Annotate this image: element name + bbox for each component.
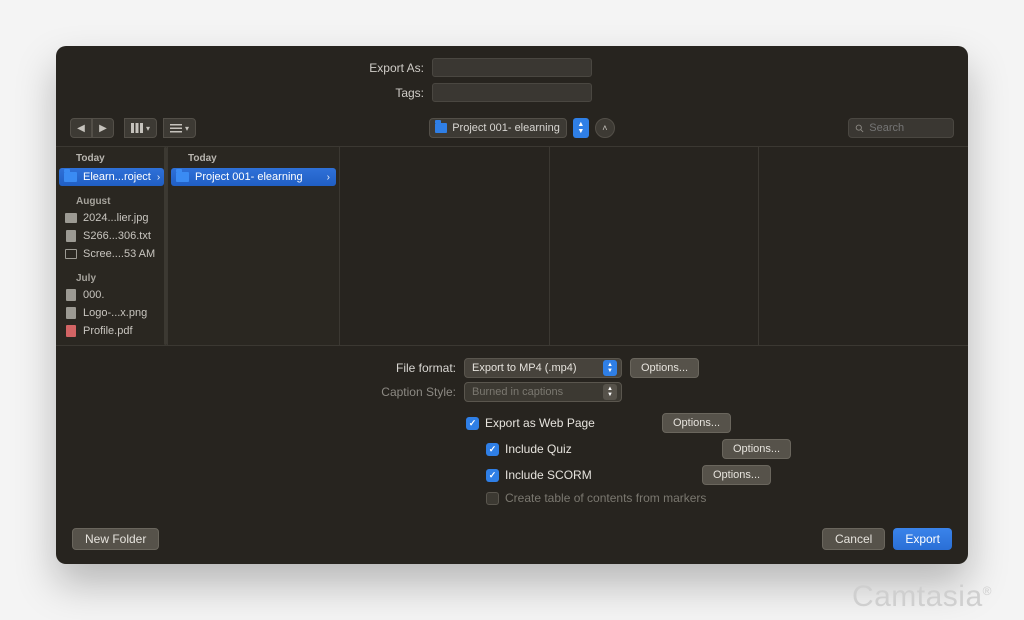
list-item-label: 000. — [83, 289, 104, 301]
column-2[interactable] — [340, 147, 550, 345]
list-item-label: 2024...lier.jpg — [83, 212, 148, 224]
window-icon — [64, 248, 77, 260]
column-3[interactable] — [550, 147, 760, 345]
list-item-label: Profile.pdf — [83, 325, 133, 337]
list-item[interactable]: 000. — [56, 286, 167, 304]
export-as-input[interactable] — [432, 58, 592, 77]
file-icon — [64, 289, 77, 301]
list-item-label: Scree....53 AM — [83, 248, 155, 260]
top-fields: Export As: Tags: — [56, 46, 968, 114]
search-input[interactable] — [869, 122, 947, 134]
include-quiz-checkbox[interactable]: ✓ — [486, 443, 499, 456]
caption-style-value: Burned in captions — [472, 386, 563, 398]
list-item-label: S266...306.txt — [83, 230, 151, 242]
list-item[interactable]: Logo-...x.png — [56, 304, 167, 322]
list-item[interactable]: 2024...lier.jpg — [56, 209, 167, 227]
image-icon — [64, 212, 77, 224]
include-quiz-label: Include Quiz — [505, 442, 572, 456]
camtasia-watermark: Camtasia® — [852, 580, 992, 614]
caption-style-dropdown: Burned in captions ▲▼ — [464, 382, 622, 402]
list-item[interactable]: Elearn...roject › — [59, 168, 164, 186]
column-header: Today — [56, 147, 167, 168]
column-section-label: August — [56, 186, 167, 209]
export-button[interactable]: Export — [893, 528, 952, 550]
list-item[interactable]: Scree....53 AM — [56, 245, 167, 263]
nav-back-button[interactable]: ◀ — [70, 118, 92, 138]
file-format-dropdown[interactable]: Export to MP4 (.mp4) ▲▼ — [464, 358, 622, 378]
view-list-button[interactable]: ▾ — [163, 118, 196, 138]
tags-label: Tags: — [84, 86, 424, 100]
create-toc-checkbox — [486, 492, 499, 505]
column-1[interactable]: Today Project 001- elearning › — [168, 147, 340, 345]
export-options: File format: Export to MP4 (.mp4) ▲▼ Opt… — [56, 346, 968, 508]
cancel-button[interactable]: Cancel — [822, 528, 885, 550]
search-field[interactable] — [848, 118, 954, 138]
list-item-label: Logo-...x.png — [83, 307, 147, 319]
finder-toolbar: ◀ ▶ ▾ ▾ Project 001- elearning ▲▼ ˄ — [56, 114, 968, 146]
include-scorm-label: Include SCORM — [505, 468, 592, 482]
include-quiz-options-button[interactable]: Options... — [722, 439, 791, 459]
folder-icon — [176, 171, 189, 183]
file-format-options-button[interactable]: Options... — [630, 358, 699, 378]
collapse-button[interactable]: ˄ — [595, 118, 615, 138]
include-scorm-options-button[interactable]: Options... — [702, 465, 771, 485]
view-columns-button[interactable]: ▾ — [124, 118, 157, 138]
include-scorm-checkbox[interactable]: ✓ — [486, 469, 499, 482]
file-format-value: Export to MP4 (.mp4) — [472, 362, 577, 374]
export-webpage-checkbox[interactable]: ✓ — [466, 417, 479, 430]
current-folder-dropdown[interactable]: Project 001- elearning — [429, 118, 567, 138]
create-toc-label: Create table of contents from markers — [505, 491, 706, 505]
file-icon — [64, 230, 77, 242]
dropdown-arrows-icon: ▲▼ — [603, 384, 617, 400]
nav-forward-button[interactable]: ▶ — [92, 118, 114, 138]
dialog-footer: New Folder Cancel Export — [56, 516, 968, 564]
path-selector: Project 001- elearning ▲▼ ˄ — [429, 118, 615, 138]
caption-style-label: Caption Style: — [56, 385, 456, 399]
column-section-label: June — [56, 340, 167, 345]
list-item-label: Elearn...roject — [83, 171, 151, 183]
export-dialog: Export As: Tags: ◀ ▶ ▾ ▾ — [56, 46, 968, 564]
column-header: Today — [168, 147, 339, 168]
chevron-right-icon: › — [327, 172, 330, 183]
list-item-label: Project 001- elearning — [195, 171, 303, 183]
folder-icon — [64, 171, 77, 183]
chevron-right-icon: › — [157, 172, 160, 183]
export-webpage-label: Export as Web Page — [485, 416, 595, 430]
column-0[interactable]: Today Elearn...roject › August 2024...lier.j… — [56, 147, 168, 345]
folder-stepper[interactable]: ▲▼ — [573, 118, 589, 138]
empty-columns — [340, 147, 968, 345]
column-section-label: July — [56, 263, 167, 286]
new-folder-button[interactable]: New Folder — [72, 528, 159, 550]
search-icon — [855, 123, 864, 134]
list-item[interactable]: Profile.pdf — [56, 322, 167, 340]
column-4[interactable] — [759, 147, 968, 345]
export-webpage-options-button[interactable]: Options... — [662, 413, 731, 433]
view-mode-group-2: ▾ — [163, 118, 196, 138]
file-format-label: File format: — [56, 361, 456, 375]
current-folder-name: Project 001- elearning — [452, 122, 560, 134]
pdf-icon — [64, 325, 77, 337]
list-item[interactable]: S266...306.txt — [56, 227, 167, 245]
nav-back-forward: ◀ ▶ — [70, 118, 114, 138]
column-browser: Today Elearn...roject › August 2024...lier.j… — [56, 146, 968, 346]
export-as-label: Export As: — [84, 61, 424, 75]
file-icon — [64, 307, 77, 319]
tags-input[interactable] — [432, 83, 592, 102]
dropdown-arrows-icon: ▲▼ — [603, 360, 617, 376]
view-mode-group-1: ▾ — [124, 118, 157, 138]
folder-icon — [435, 123, 447, 133]
list-item[interactable]: Project 001- elearning › — [171, 168, 336, 186]
